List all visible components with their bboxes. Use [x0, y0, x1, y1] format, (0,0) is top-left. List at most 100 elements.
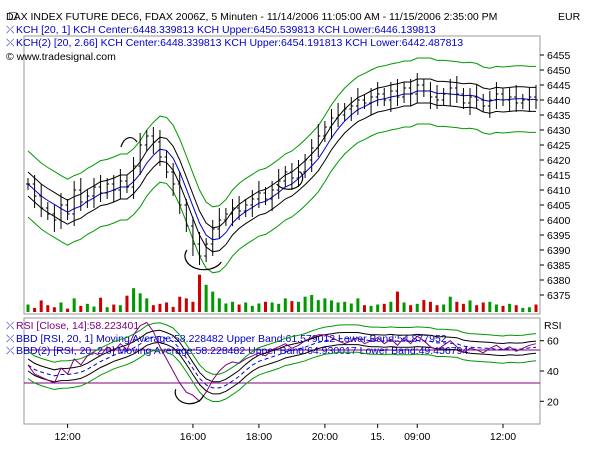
volume-bar [527, 307, 531, 312]
kch1-upper-band [27, 78, 536, 229]
price-tick-label: 6425 [547, 140, 571, 152]
volume-bar [184, 298, 188, 312]
volume-bar [521, 307, 525, 312]
price-tick-label: 6400 [547, 215, 571, 227]
tradesignal-chart: DAX INDEX FUTURE DEC6, FDAX 2006Z, 5 Min… [6, 11, 581, 443]
price-panel-frame [23, 35, 541, 315]
ohlc-bar [72, 181, 77, 226]
ohlc-bar [375, 82, 380, 106]
volume-bar [244, 302, 248, 312]
ohlc-bar [91, 178, 96, 208]
price-tick-label: 6435 [547, 110, 571, 122]
volume-bar [468, 300, 472, 312]
ohlc-bar [507, 88, 512, 112]
volume-bar [92, 306, 96, 312]
rsi-axis-title: RSI [544, 320, 562, 332]
ohlc-bar [441, 88, 446, 106]
volume-bar [349, 303, 353, 312]
volume-bar [514, 305, 518, 312]
volume-bar [145, 298, 149, 312]
ohlc-bar [336, 103, 341, 127]
volume-bar [362, 305, 366, 312]
volume-bar [79, 305, 83, 312]
volume-bar [369, 305, 373, 312]
ohlc-bar [124, 175, 129, 193]
bbd2-lower-band [27, 349, 537, 402]
ohlc-bar [481, 94, 486, 112]
annotation-arc-bottom [184, 249, 222, 271]
volume-bar [178, 296, 182, 312]
volume-bar [329, 300, 333, 312]
ohlc-bar [382, 88, 387, 106]
ohlc-bar [428, 82, 433, 109]
volume-bar [461, 303, 465, 312]
volume-bar [389, 301, 393, 312]
volume-bar [534, 304, 538, 312]
volume-bar [138, 293, 142, 312]
ohlc-bar [26, 178, 30, 190]
volume-bar [39, 300, 43, 312]
volume-bar [165, 302, 169, 312]
volume-bar [132, 288, 136, 312]
volume-bar [46, 305, 50, 312]
kch-center-line [27, 90, 536, 241]
annotation-layer [120, 137, 304, 405]
volume-bar [296, 301, 300, 312]
volume-bar [105, 307, 109, 312]
time-tick-label: 20:00 [312, 431, 338, 443]
bbd1-marker-icon: ⤫ [6, 333, 15, 345]
rsi-marker-icon: ⤫ [6, 320, 15, 332]
volume-bar [488, 301, 492, 312]
ohlc-bar [118, 169, 123, 199]
volume-bar [99, 297, 103, 312]
volume-bar [494, 304, 498, 312]
volume-bar [264, 301, 268, 312]
volume-bar [402, 302, 406, 312]
volume-bar [356, 298, 360, 312]
volume-bar [343, 301, 347, 312]
volume-bar [171, 306, 175, 312]
rsi-legend: RSI [Close, 14]:58.223401 [16, 320, 139, 332]
volume-bar [151, 305, 155, 312]
volume-bar [224, 303, 228, 312]
rsi-tick-label: 20 [547, 396, 559, 408]
source-label: © www.tradesignal.com [6, 51, 116, 63]
currency-label: EUR [558, 11, 581, 23]
price-tick-label: 6405 [547, 200, 571, 212]
title-marker-icon: ☐ [8, 11, 17, 23]
ohlc-bar [468, 88, 473, 115]
volume-bar [323, 298, 327, 312]
ohlc-bar [157, 130, 162, 166]
price-tick-label: 6430 [547, 125, 571, 137]
volume-bar [66, 308, 70, 312]
volume-bar [198, 274, 202, 312]
ohlc-bar [534, 85, 538, 109]
price-tick-label: 6375 [547, 290, 571, 302]
time-tick-label: 16:00 [180, 431, 206, 443]
price-tick-label: 6380 [547, 275, 571, 287]
time-tick-label: 09:00 [404, 431, 430, 443]
ohlc-bar [454, 76, 459, 103]
volume-bar [376, 304, 380, 312]
volume-bar [217, 298, 221, 312]
price-tick-label: 6445 [547, 80, 571, 92]
volume-bar [270, 302, 274, 312]
chart-title: DAX INDEX FUTURE DEC6, FDAX 2006Z, 5 Min… [6, 11, 497, 23]
volume-bar [283, 298, 287, 312]
volume-bar [125, 295, 129, 312]
ohlc-bar [487, 91, 492, 118]
ohlc-bar [494, 82, 499, 109]
bbd2-marker-icon: ⤫ [6, 345, 15, 357]
volume-bar [422, 300, 426, 312]
time-tick-label: 18:00 [246, 431, 272, 443]
volume-bar [382, 303, 386, 312]
volume-bar [415, 303, 419, 312]
volume-bar [257, 303, 261, 312]
volume-bar [435, 305, 439, 312]
price-tick-label: 6420 [547, 155, 571, 167]
rsi-tick-label: 40 [547, 366, 559, 378]
ohlc-bar [349, 97, 354, 121]
price-layer [26, 57, 538, 274]
ohlc-bar [243, 199, 248, 217]
volume-bar [316, 300, 320, 312]
